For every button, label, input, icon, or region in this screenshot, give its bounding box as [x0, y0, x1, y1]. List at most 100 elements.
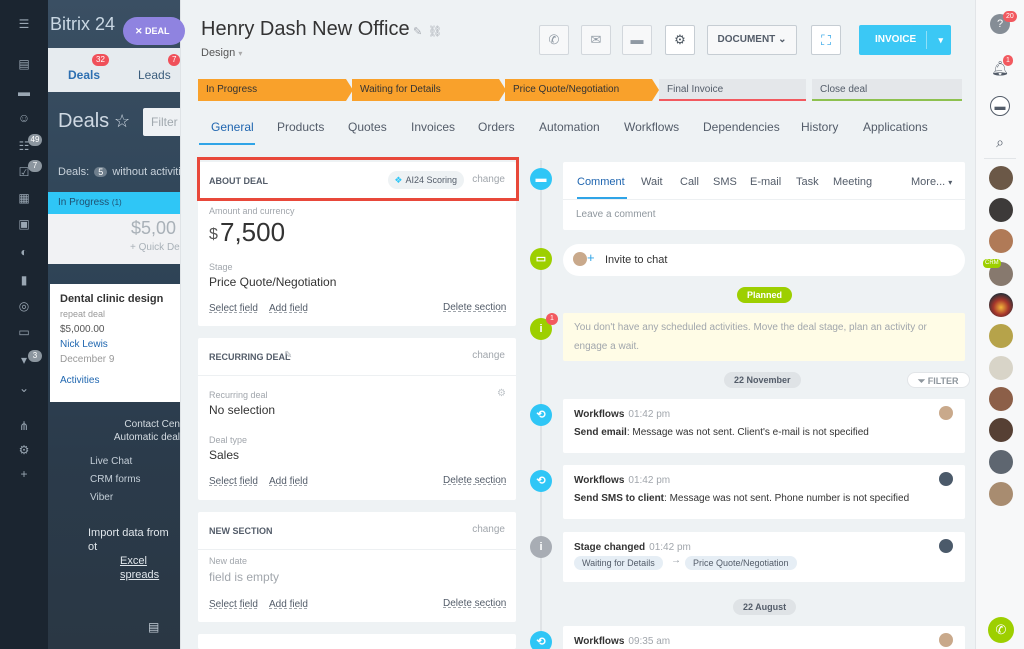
delete-section-link[interactable]: Delete section: [443, 475, 506, 486]
author-avatar[interactable]: [939, 633, 953, 647]
new-date-value[interactable]: field is empty: [209, 570, 279, 584]
tab-workflows[interactable]: Workflows: [624, 120, 679, 134]
edit-title-icon[interactable]: ✎: [413, 25, 422, 38]
deal-type-value[interactable]: Sales: [209, 448, 239, 462]
feed-icon[interactable]: ▤: [17, 58, 31, 70]
tab-general[interactable]: General: [211, 120, 254, 134]
search-icon[interactable]: ⌕: [990, 132, 1010, 152]
contact-center-icon[interactable]: ▭: [17, 326, 31, 338]
chat-icon[interactable]: ▬: [17, 86, 31, 98]
contact-avatar[interactable]: [989, 324, 1013, 348]
delete-section-link[interactable]: Delete section: [443, 302, 506, 313]
groups-icon[interactable]: ☺: [17, 112, 31, 124]
tab-task[interactable]: Task: [796, 176, 819, 188]
reports-icon[interactable]: ▮: [17, 274, 31, 286]
drive-icon[interactable]: ◐: [17, 246, 31, 258]
tab-call[interactable]: Call: [680, 176, 699, 188]
document-button[interactable]: DOCUMENT ⌄: [707, 25, 797, 55]
menu-icon[interactable]: ☰: [17, 18, 31, 30]
tab-automation[interactable]: Automation: [539, 120, 600, 134]
stage-field-value[interactable]: Price Quote/Negotiation: [209, 275, 336, 289]
field-settings-icon[interactable]: ⚙: [497, 388, 506, 399]
add-field-link[interactable]: Add field: [269, 476, 308, 487]
tab-sms[interactable]: SMS: [713, 176, 737, 188]
tab-dependencies[interactable]: Dependencies: [703, 120, 780, 134]
contact-avatar[interactable]: [989, 418, 1013, 442]
tab-deals[interactable]: Deals: [68, 68, 100, 82]
calendar-icon[interactable]: ▣: [17, 218, 31, 230]
chat-button[interactable]: ▬: [622, 25, 652, 55]
stage-final-invoice[interactable]: Final Invoice: [659, 79, 806, 101]
edit-section-icon[interactable]: ✎: [284, 350, 292, 361]
add-field-link[interactable]: Add field: [269, 303, 308, 314]
author-avatar[interactable]: [939, 539, 953, 553]
contact-avatar[interactable]: [989, 229, 1013, 253]
tab-leads[interactable]: Leads: [138, 68, 171, 82]
tab-orders[interactable]: Orders: [478, 120, 515, 134]
tab-more[interactable]: More... ▾: [911, 176, 952, 188]
apps-icon[interactable]: ▦: [17, 192, 31, 204]
contact-avatar[interactable]: [989, 450, 1013, 474]
change-link[interactable]: change: [472, 350, 505, 361]
contact-avatar[interactable]: [989, 198, 1013, 222]
live-chat-channel[interactable]: Live Chat: [90, 456, 132, 467]
author-avatar[interactable]: [939, 406, 953, 420]
printer-icon[interactable]: ▤: [148, 620, 159, 634]
deal-card-activities[interactable]: Activities: [60, 375, 99, 386]
pipeline-selector[interactable]: Design ▾: [201, 47, 242, 59]
deal-card[interactable]: Dental clinic design repeat deal $5,000.…: [50, 284, 180, 402]
stage-close-deal[interactable]: Close deal: [812, 79, 962, 101]
select-field-link[interactable]: Select field: [209, 476, 258, 487]
tab-email[interactable]: E-mail: [750, 176, 781, 188]
deal-card-contact[interactable]: Nick Lewis: [60, 339, 108, 350]
filter-input[interactable]: Filter: [143, 108, 180, 136]
invoice-button[interactable]: INVOICE ▾: [859, 25, 951, 55]
messenger-icon[interactable]: ▬: [990, 96, 1010, 116]
stage-in-progress[interactable]: In Progress: [198, 79, 353, 101]
contact-avatar[interactable]: [989, 482, 1013, 506]
group-chat-avatar[interactable]: [989, 293, 1013, 317]
tab-wait[interactable]: Wait: [641, 176, 663, 188]
crm-forms-channel[interactable]: CRM forms: [90, 474, 141, 485]
contact-avatar[interactable]: [989, 166, 1013, 190]
phone-icon[interactable]: ✆: [988, 617, 1014, 643]
tab-comment[interactable]: Comment: [577, 176, 625, 188]
target-icon[interactable]: ◎: [17, 300, 31, 312]
author-avatar[interactable]: [939, 472, 953, 486]
select-field-link[interactable]: Select field: [209, 599, 258, 610]
import-excel-link[interactable]: Excel spreads: [88, 554, 180, 582]
invite-to-chat-bar[interactable]: + Invite to chat: [563, 244, 965, 276]
quick-deal-button[interactable]: + Quick De: [48, 242, 180, 253]
more-icon[interactable]: ⌄: [17, 382, 31, 394]
email-button[interactable]: ✉: [581, 25, 611, 55]
star-icon[interactable]: ☆: [114, 111, 130, 132]
contact-avatar[interactable]: [989, 356, 1013, 380]
add-field-link[interactable]: Add field: [269, 599, 308, 610]
ai24-scoring-badge[interactable]: ❖ AI24 Scoring: [388, 171, 464, 189]
filter-button[interactable]: ⏷ FILTER: [907, 372, 970, 388]
tab-quotes[interactable]: Quotes: [348, 120, 387, 134]
delete-section-link[interactable]: Delete section: [443, 598, 506, 609]
settings-button[interactable]: ⚙: [665, 25, 695, 55]
viber-channel[interactable]: Viber: [90, 492, 113, 503]
comment-input[interactable]: Leave a comment: [576, 209, 656, 220]
copy-link-icon[interactable]: ⛓: [428, 25, 442, 38]
expand-button[interactable]: ⛶: [811, 25, 841, 55]
tab-invoices[interactable]: Invoices: [411, 120, 455, 134]
stage-price-quote[interactable]: Price Quote/Negotiation: [505, 79, 659, 101]
tab-products[interactable]: Products: [277, 120, 324, 134]
tab-history[interactable]: History: [801, 120, 838, 134]
change-link[interactable]: change: [472, 524, 505, 535]
stage-waiting-for-details[interactable]: Waiting for Details: [352, 79, 506, 101]
tab-applications[interactable]: Applications: [863, 120, 928, 134]
select-field-link[interactable]: Select field: [209, 303, 258, 314]
recurring-deal-value[interactable]: No selection: [209, 403, 275, 417]
settings-icon[interactable]: ⚙: [17, 444, 31, 456]
invoice-dropdown-icon[interactable]: ▾: [938, 25, 943, 55]
change-link[interactable]: change: [472, 174, 505, 185]
sites-icon[interactable]: ⋔: [17, 420, 31, 432]
call-button[interactable]: ✆: [539, 25, 569, 55]
deal-close-pill[interactable]: ✕ DEAL: [123, 17, 185, 45]
tab-meeting[interactable]: Meeting: [833, 176, 872, 188]
contact-avatar[interactable]: [989, 387, 1013, 411]
